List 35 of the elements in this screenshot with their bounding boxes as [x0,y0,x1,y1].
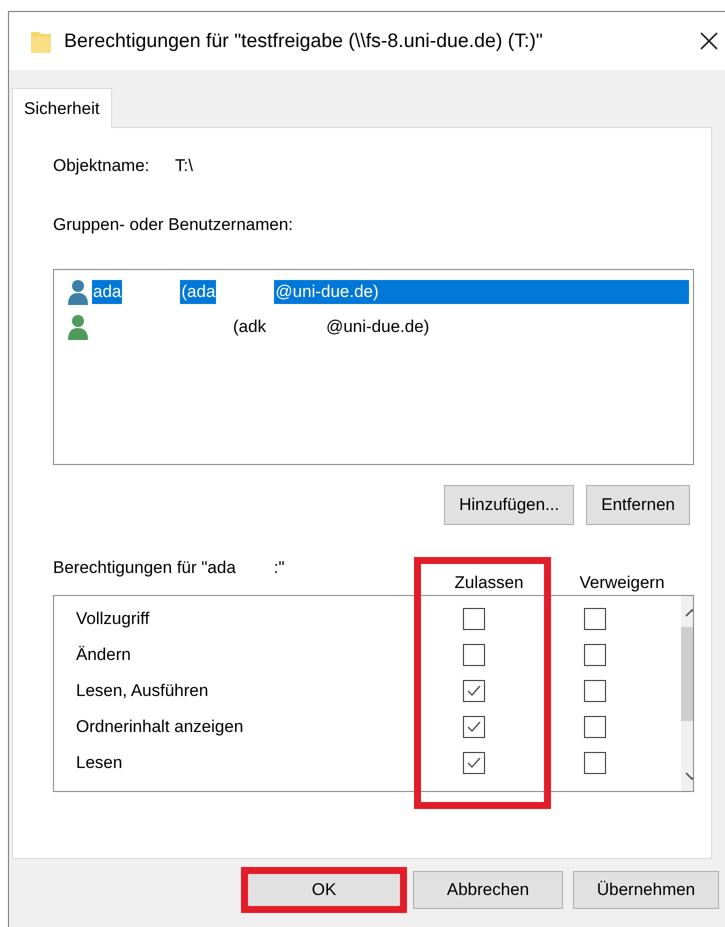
permissions-label-end: :" [274,558,285,578]
column-header: Verweigern [578,573,666,593]
checkbox[interactable] [584,644,606,666]
user-icon [67,312,89,340]
close-icon[interactable] [699,31,719,51]
checkbox[interactable] [463,608,485,630]
permission-name: Vollzugriff [75,609,150,629]
check-icon [466,684,482,698]
permission-name: Lesen, Ausführen [75,681,210,701]
checkbox[interactable] [584,752,606,774]
add-button[interactable]: Hinzufügen... [444,485,574,525]
checkbox[interactable] [584,608,606,630]
checkbox[interactable] [584,716,606,738]
user-entry[interactable]: (adk @uni-due.de) [92,314,693,338]
checkbox[interactable] [463,680,485,702]
check-icon [466,720,482,734]
window-title: Berechtigungen für "testfreigabe (\\fs-8.uni-due.de) (T:)" [64,30,543,52]
user-icon [67,278,89,306]
remove-button[interactable]: Entfernen [586,485,690,525]
permission-name: Ändern [75,645,132,665]
column-header: Zulassen [454,573,524,593]
cancel-button[interactable]: Abbrechen [413,871,563,909]
permissions-label: Berechtigungen für "ada [53,558,236,578]
object-name-label: Objektname: [53,156,150,176]
tab[interactable]: Sicherheit [12,88,112,128]
apply-button[interactable]: Übernehmen [573,871,719,909]
permission-name: Ordnerinhalt anzeigen [75,717,244,737]
object-name-value: T:\ [175,156,193,176]
permission-name: Lesen [75,753,124,773]
groups-label: Gruppen- oder Benutzernamen: [53,215,294,235]
check-icon [466,756,482,770]
checkbox[interactable] [584,680,606,702]
checkbox[interactable] [463,716,485,738]
checkbox[interactable] [463,752,485,774]
checkbox[interactable] [463,644,485,666]
